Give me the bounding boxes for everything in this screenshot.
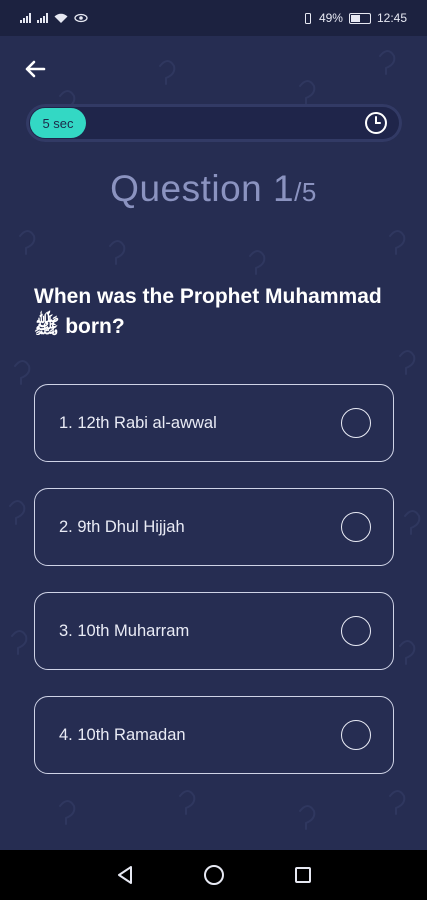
timer-label: 5 sec xyxy=(42,115,74,131)
answer-option-2[interactable]: 2. 9th Dhul Hijjah xyxy=(34,488,394,566)
nav-back-button[interactable] xyxy=(113,863,137,887)
signal-icon-2 xyxy=(37,13,48,23)
status-bar: 49% 12:45 xyxy=(0,0,427,36)
answer-option-3[interactable]: 3. 10th Muharram xyxy=(34,592,394,670)
radio-button[interactable] xyxy=(341,616,371,646)
wifi-icon xyxy=(54,13,68,23)
clock-icon xyxy=(365,112,387,134)
radio-button[interactable] xyxy=(341,408,371,438)
battery-icon xyxy=(348,12,371,24)
answer-option-label: 3. 10th Muharram xyxy=(59,621,190,640)
back-button[interactable] xyxy=(20,54,50,84)
timer-bar: 5 sec xyxy=(26,104,402,142)
radio-button[interactable] xyxy=(341,720,371,750)
square-recents-icon xyxy=(294,867,311,883)
radio-button[interactable] xyxy=(341,512,371,542)
vibrate-icon xyxy=(304,12,311,24)
question-total: /5 xyxy=(294,177,317,207)
answer-option-label: 4. 10th Ramadan xyxy=(59,725,186,744)
answer-option-label: 2. 9th Dhul Hijjah xyxy=(59,517,185,536)
answer-option-1[interactable]: 1. 12th Rabi al-awwal xyxy=(34,384,394,462)
nav-recents-button[interactable] xyxy=(291,863,315,887)
clock-time: 12:45 xyxy=(376,11,407,25)
answer-option-4[interactable]: 4. 10th Ramadan xyxy=(34,696,394,774)
quiz-screen: 5 sec Question 1/5 When was the Prophet … xyxy=(0,36,427,850)
back-arrow-icon xyxy=(25,60,46,78)
status-right: 49% 12:45 xyxy=(303,11,407,25)
circle-home-icon xyxy=(203,865,224,885)
nav-home-button[interactable] xyxy=(202,863,226,887)
answer-options: 1. 12th Rabi al-awwal 2. 9th Dhul Hijjah… xyxy=(34,384,394,800)
signal-icon xyxy=(20,13,31,23)
question-counter: Question 1/5 xyxy=(0,168,427,210)
battery-percent: 49% xyxy=(318,11,343,25)
answer-option-label: 1. 12th Rabi al-awwal xyxy=(59,413,217,432)
system-nav-bar xyxy=(0,850,427,900)
triangle-back-icon xyxy=(117,866,132,884)
question-prefix: Question xyxy=(110,168,274,209)
question-text: When was the Prophet Muhammad ﷺ born? xyxy=(34,285,382,338)
eye-icon xyxy=(74,13,88,23)
status-left xyxy=(20,13,88,24)
timer-progress: 5 sec xyxy=(30,108,86,138)
question-number: 1 xyxy=(273,168,295,209)
